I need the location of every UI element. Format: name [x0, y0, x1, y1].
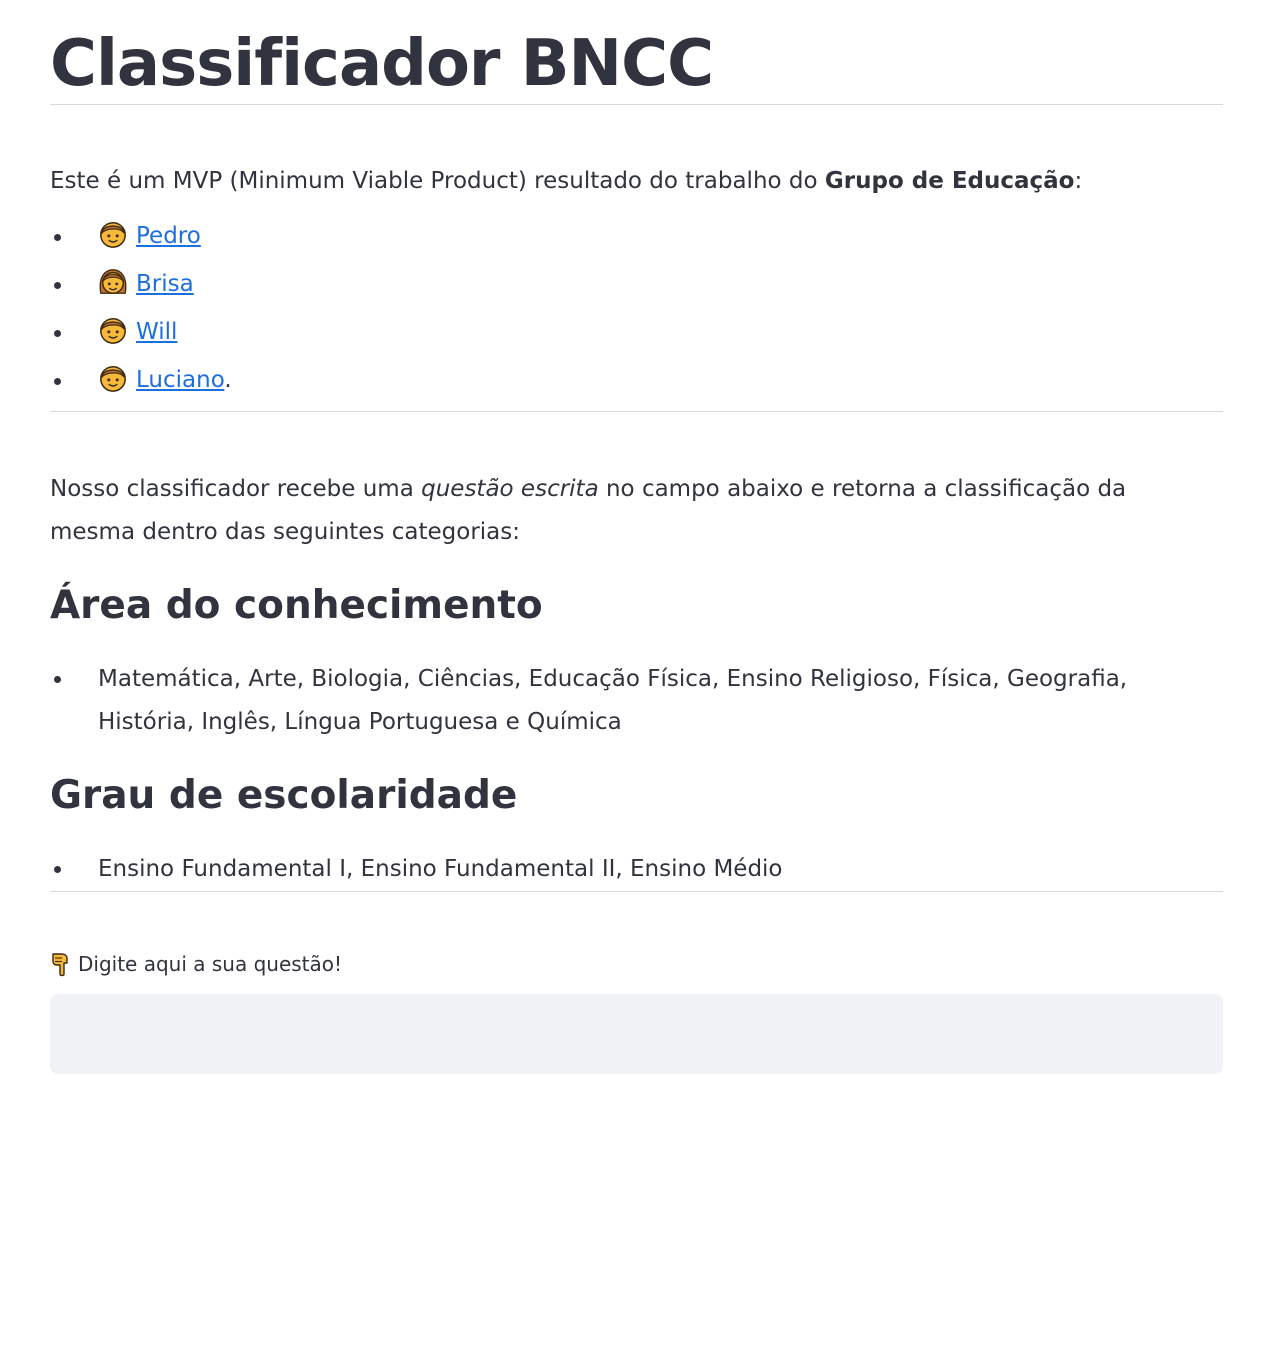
description-emphasis: questão escrita: [421, 476, 599, 502]
member-link-will[interactable]: Will: [136, 319, 177, 345]
boy-face-icon: [100, 318, 126, 344]
page-title: Classificador BNCC: [50, 27, 714, 101]
list-item: Luciano.: [50, 363, 1223, 411]
section-heading-area: Área do conhecimento: [50, 583, 543, 628]
list-item: Will: [50, 315, 1223, 363]
intro-text-before: Este é um MVP (Minimum Viable Product) r…: [50, 168, 825, 194]
list-item: Pedro: [50, 219, 1223, 267]
pointing-down-hand-icon: [52, 953, 68, 977]
question-label: Digite aqui a sua questão!: [50, 950, 1223, 978]
list-item: Brisa: [50, 267, 1223, 315]
boy-face-icon: [100, 222, 126, 248]
member-link-brisa[interactable]: Brisa: [136, 271, 194, 297]
divider: [50, 411, 1223, 412]
members-list: Pedro Brisa Will Luciano.: [50, 219, 1223, 411]
question-input[interactable]: [50, 994, 1223, 1074]
member-suffix: .: [224, 367, 232, 393]
grau-items: Ensino Fundamental I, Ensino Fundamental…: [98, 856, 783, 882]
girl-face-icon: [99, 269, 127, 294]
question-label-text: Digite aqui a sua questão!: [78, 952, 343, 976]
main-container: Classificador BNCC Este é um MVP (Minimu…: [50, 0, 1223, 1074]
boy-face-icon: [100, 366, 126, 392]
bullet-icon: [54, 866, 61, 873]
member-link-pedro[interactable]: Pedro: [136, 223, 201, 249]
section-heading-grau: Grau de escolaridade: [50, 773, 518, 818]
description-before: Nosso classificador recebe uma: [50, 476, 422, 502]
grau-list: Ensino Fundamental I, Ensino Fundamental…: [50, 848, 1223, 891]
bullet-icon: [54, 234, 61, 241]
intro-text-after: :: [1074, 168, 1083, 194]
area-items: Matemática, Arte, Biologia, Ciências, Ed…: [98, 666, 1128, 735]
group-name: Grupo de Educação: [824, 168, 1075, 194]
divider: [50, 891, 1223, 892]
bullet-icon: [54, 378, 61, 385]
divider: [50, 104, 1223, 105]
bullet-icon: [54, 282, 61, 289]
intro-text: Este é um MVP (Minimum Viable Product) r…: [50, 165, 1223, 197]
description-text: Nosso classificador recebe uma questão e…: [50, 468, 1180, 554]
list-item: Matemática, Arte, Biologia, Ciências, Ed…: [50, 658, 1198, 744]
bullet-icon: [54, 676, 61, 683]
member-link-luciano[interactable]: Luciano: [136, 367, 224, 393]
bullet-icon: [54, 330, 61, 337]
list-item: Ensino Fundamental I, Ensino Fundamental…: [50, 848, 1198, 891]
area-list: Matemática, Arte, Biologia, Ciências, Ed…: [50, 658, 1223, 744]
